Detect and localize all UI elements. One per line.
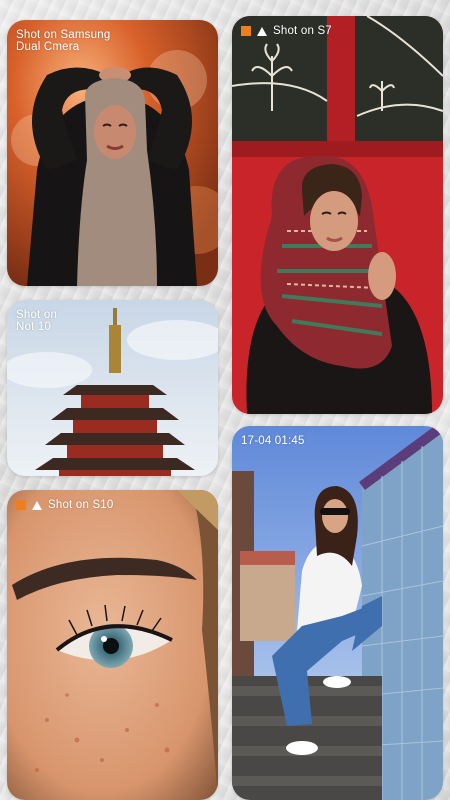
caption-street: 17-04 01:45: [241, 435, 305, 447]
photo-card-eye-closeup[interactable]: Shot on S10: [7, 490, 218, 800]
caption-scarf: Shot on S7: [241, 25, 332, 37]
caption-line-1: Shot on Samsung: [16, 29, 111, 41]
caption-text: Shot on S10: [48, 499, 114, 511]
photo-card-pagoda[interactable]: Shot on Not 10: [7, 300, 218, 476]
caption-hijab: Shot on Samsung Dual Cmera: [16, 29, 110, 53]
photo-card-scarf-portrait[interactable]: Shot on S7: [232, 16, 443, 414]
orange-square-icon: [16, 500, 26, 510]
triangle-icon: [32, 500, 42, 510]
photo-eye-closeup: [7, 490, 218, 800]
orange-square-icon: [241, 26, 251, 36]
photo-stairs-portrait: [232, 426, 443, 800]
caption-line-2: Not 10: [16, 321, 52, 333]
caption-line-1: Shot on: [16, 309, 58, 321]
timestamp-text: 17-04 01:45: [241, 435, 305, 447]
triangle-icon: [257, 26, 267, 36]
caption-eye: Shot on S10: [16, 499, 114, 511]
photo-card-stairs-portrait[interactable]: 17-04 01:45: [232, 426, 443, 800]
caption-text: Shot on S7: [273, 25, 332, 37]
photo-scarf-portrait: [232, 16, 443, 414]
photo-card-hijab-portrait[interactable]: Shot on Samsung Dual Cmera: [7, 20, 218, 286]
caption-pagoda: Shot on Not 10: [16, 309, 57, 333]
photo-hijab-portrait: [7, 20, 218, 286]
caption-line-2: Dual Cmera: [16, 41, 80, 53]
